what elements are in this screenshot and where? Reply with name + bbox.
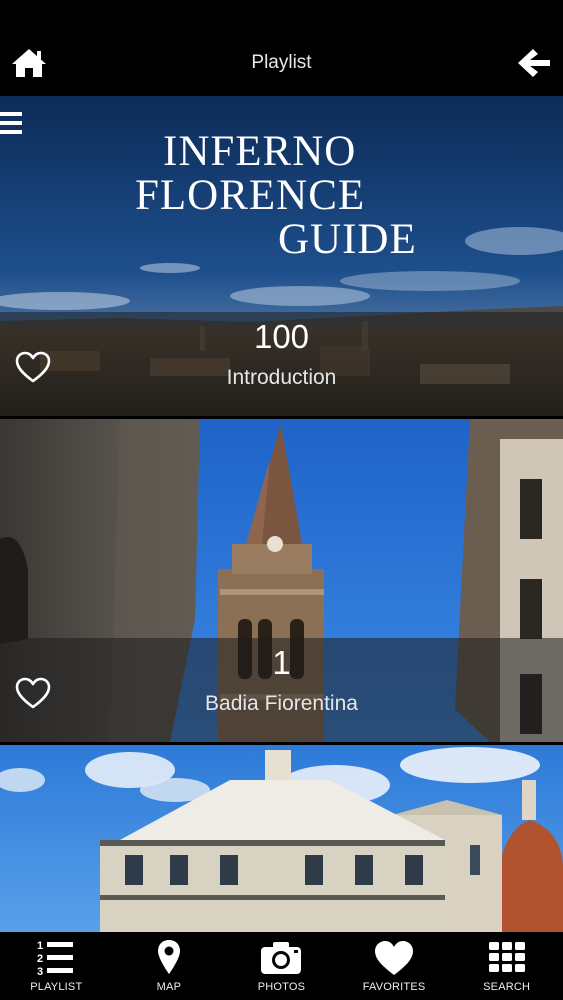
- tab-favorites[interactable]: FAVORITES: [338, 932, 451, 1000]
- page-title: Playlist: [251, 52, 312, 73]
- list-item[interactable]: [0, 745, 563, 932]
- tab-label: PLAYLIST: [30, 981, 83, 993]
- svg-text:1: 1: [37, 940, 43, 952]
- list-item[interactable]: INFERNO FLORENCE GUIDE 100 Introduction: [0, 96, 563, 416]
- arrow-left-icon[interactable]: [515, 46, 553, 80]
- tab-label: SEARCH: [483, 981, 531, 993]
- top-navigation-bar: Playlist: [0, 0, 563, 96]
- bottom-tab-bar: 1 2 3 PLAYLIST MAP PHOTOS FAVORITES SEAR…: [0, 932, 563, 1000]
- tab-label: FAVORITES: [362, 981, 426, 993]
- map-pin-icon: [157, 940, 180, 974]
- tab-label: MAP: [156, 981, 182, 993]
- item-info-overlay: 100 Introduction: [0, 312, 563, 416]
- item-number: 1: [272, 644, 291, 681]
- logo-line: INFERNO: [163, 128, 357, 175]
- heart-outline-icon[interactable]: [14, 350, 52, 384]
- grid-icon: [488, 942, 525, 972]
- item-name: Badia Fiorentina: [205, 692, 358, 715]
- heart-icon: [375, 941, 414, 975]
- tab-label: PHOTOS: [257, 981, 306, 993]
- item-name: Introduction: [226, 366, 337, 389]
- logo-line: GUIDE: [278, 216, 417, 263]
- hamburger-menu-icon[interactable]: [0, 110, 24, 136]
- svg-text:3: 3: [37, 966, 43, 978]
- tab-search[interactable]: SEARCH: [450, 932, 563, 1000]
- tab-photos[interactable]: PHOTOS: [225, 932, 338, 1000]
- logo-line: FLORENCE: [135, 172, 366, 219]
- item-info-overlay: 1 Badia Fiorentina: [0, 638, 563, 742]
- tab-playlist[interactable]: 1 2 3 PLAYLIST: [0, 932, 113, 1000]
- inferno-florence-guide-logo: INFERNO FLORENCE GUIDE: [130, 130, 440, 262]
- tab-map[interactable]: MAP: [113, 932, 226, 1000]
- camera-icon: [261, 942, 302, 974]
- item-number: 100: [253, 318, 310, 355]
- svg-text:2: 2: [37, 953, 43, 965]
- baptistery-duomo-image: [0, 745, 563, 932]
- list-item[interactable]: 1 Badia Fiorentina: [0, 419, 563, 742]
- numbered-list-icon: 1 2 3: [37, 940, 74, 978]
- playlist-list: INFERNO FLORENCE GUIDE 100 Introduction: [0, 96, 563, 932]
- heart-outline-icon[interactable]: [14, 676, 52, 710]
